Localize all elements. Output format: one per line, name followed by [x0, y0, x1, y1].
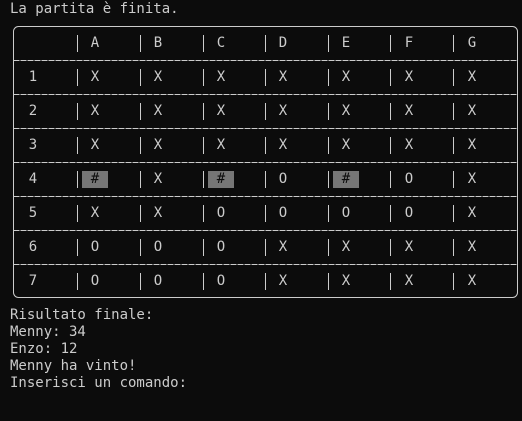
board-cell-hidden-c4: # — [208, 171, 234, 188]
board-cell-g2: X — [467, 103, 477, 119]
board-cell-a2: X — [90, 103, 100, 119]
board-cell-a6: O — [90, 239, 100, 255]
board-cell-a1: X — [90, 69, 100, 85]
result-header: Risultato finale: — [10, 307, 154, 323]
row-label-1: 1 — [28, 69, 38, 85]
board-cell-d2: X — [278, 103, 288, 119]
board-cell-a7: O — [90, 273, 100, 289]
board-cell-d4: O — [278, 171, 288, 187]
board-cell-f4: O — [404, 171, 414, 187]
board-cell-c3: X — [216, 137, 226, 153]
command-prompt[interactable]: Inserisci un comando: — [10, 375, 187, 392]
board-cell-c6: O — [216, 239, 226, 255]
score-menny: Menny: 34 — [10, 324, 86, 340]
board-cell-g3: X — [467, 137, 477, 153]
board-cell-f1: X — [404, 69, 414, 85]
board-cell-e2: X — [341, 103, 351, 119]
board-cell-f2: X — [404, 103, 414, 119]
board-cell-d7: X — [278, 273, 288, 289]
board-cell-f5: O — [404, 205, 414, 221]
score-enzo: Enzo: 12 — [10, 341, 78, 357]
board-cell-c5: O — [216, 205, 226, 221]
column-header-c: C — [216, 35, 226, 51]
board-cell-c1: X — [216, 69, 226, 85]
column-header-d: D — [278, 35, 288, 51]
board-cell-c2: X — [216, 103, 226, 119]
board-cell-c7: O — [216, 273, 226, 289]
board-cell-f6: X — [404, 239, 414, 255]
column-header-f: F — [404, 35, 414, 51]
board-cell-hidden-a4: # — [82, 171, 108, 188]
column-header-e: E — [341, 35, 351, 51]
board-cell-b4: X — [153, 171, 163, 187]
board-cell-d3: X — [278, 137, 288, 153]
board-cell-b1: X — [153, 69, 163, 85]
board-cell-d1: X — [278, 69, 288, 85]
board-cell-hidden-e4: # — [333, 171, 359, 188]
board-cell-f7: X — [404, 273, 414, 289]
board-cell-e1: X — [341, 69, 351, 85]
board-cell-e3: X — [341, 137, 351, 153]
row-label-5: 5 — [28, 205, 38, 221]
row-label-3: 3 — [28, 137, 38, 153]
board-cell-g6: X — [467, 239, 477, 255]
board-cell-b2: X — [153, 103, 163, 119]
row-label-4: 4 — [28, 171, 38, 187]
column-header-b: B — [153, 35, 163, 51]
board-frame — [13, 26, 518, 298]
board-cell-b5: X — [153, 205, 163, 221]
board-cell-g7: X — [467, 273, 477, 289]
row-label-6: 6 — [28, 239, 38, 255]
board-cell-e7: X — [341, 273, 351, 289]
board-cell-b3: X — [153, 137, 163, 153]
board-cell-a5: X — [90, 205, 100, 221]
board-cell-b6: O — [153, 239, 163, 255]
column-header-g: G — [467, 35, 477, 51]
game-status-line: La partita è finita. — [10, 1, 179, 17]
row-label-2: 2 — [28, 103, 38, 119]
board-cell-g5: X — [467, 205, 477, 221]
board-cell-a3: X — [90, 137, 100, 153]
board-cell-e6: X — [341, 239, 351, 255]
board-cell-g1: X — [467, 69, 477, 85]
row-label-7: 7 — [28, 273, 38, 289]
game-board: A B C D E F G 1 X X X X X X X 2 X X X X X X X 3 X X X X X X X 4 # X # O # O X 5… — [12, 26, 519, 298]
terminal-window: { "terminal": { "status_line": "La parti… — [0, 0, 522, 421]
board-cell-f3: X — [404, 137, 414, 153]
winner-line: Menny ha vinto! — [10, 358, 137, 374]
board-cell-g4: X — [467, 171, 477, 187]
board-cell-d6: X — [278, 239, 288, 255]
column-header-a: A — [90, 35, 100, 51]
board-cell-b7: O — [153, 273, 163, 289]
board-cell-d5: O — [278, 205, 288, 221]
board-cell-e5: O — [341, 205, 351, 221]
